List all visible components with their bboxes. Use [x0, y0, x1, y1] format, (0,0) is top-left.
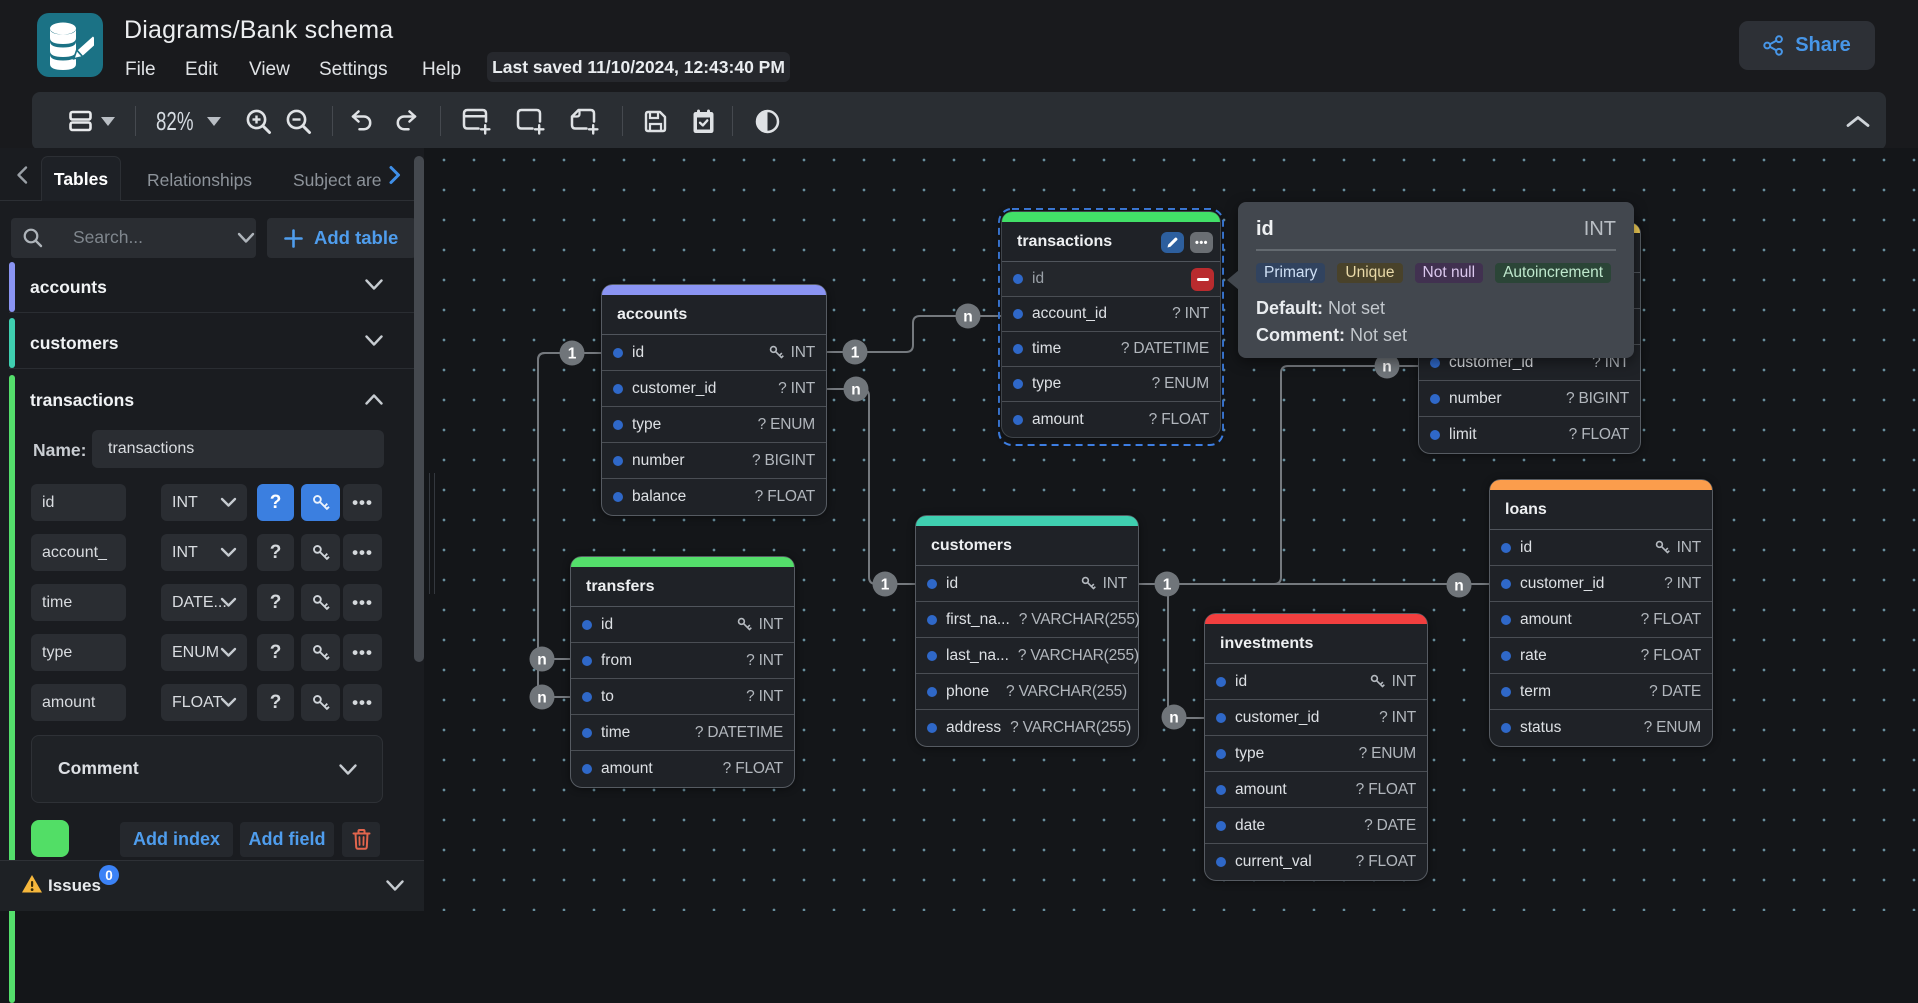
svg-text:1: 1	[1163, 577, 1172, 594]
svg-text:n: n	[537, 690, 546, 707]
svg-text:n: n	[851, 382, 860, 399]
svg-text:1: 1	[568, 346, 577, 363]
svg-text:n: n	[963, 309, 972, 326]
svg-text:1: 1	[851, 345, 860, 362]
svg-text:n: n	[1454, 578, 1463, 595]
svg-text:1: 1	[881, 577, 890, 594]
svg-text:n: n	[1382, 359, 1391, 376]
svg-text:n: n	[537, 652, 546, 669]
svg-text:n: n	[1169, 710, 1178, 727]
